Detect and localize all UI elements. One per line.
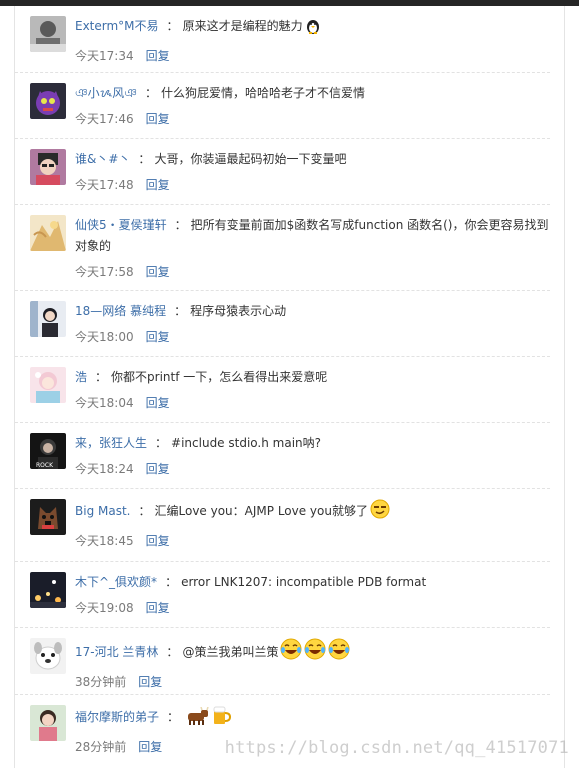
reply-link[interactable]: 回复 bbox=[146, 396, 170, 410]
comment-text: 原来这才是编程的魅力 bbox=[182, 19, 303, 33]
comment-text: @策兰我弟叫兰策 bbox=[182, 645, 279, 659]
reply-link[interactable]: 回复 bbox=[146, 330, 170, 344]
laugh-cry-emoji bbox=[328, 638, 350, 667]
comment-time: 今天18:24 bbox=[75, 462, 134, 476]
avatar[interactable] bbox=[30, 301, 66, 337]
comment-item: Big Mast. ：汇编Love you：AJMP Love you就够了 今天… bbox=[15, 489, 550, 562]
comment-time: 今天19:08 bbox=[75, 601, 134, 615]
separator: ： bbox=[95, 370, 108, 384]
comment-text: #include stdio.h main呐? bbox=[171, 436, 322, 450]
comment-text: 程序母猿表示心动 bbox=[190, 304, 287, 318]
separator: ： bbox=[166, 645, 179, 659]
separator: ： bbox=[138, 504, 151, 518]
reply-link[interactable]: 回复 bbox=[146, 112, 170, 126]
separator: ： bbox=[174, 218, 187, 232]
avatar[interactable] bbox=[30, 83, 66, 119]
comment-text: 什么狗屁爱情，哈哈哈老子才不信爱情 bbox=[161, 86, 366, 100]
comment-text: error LNK1207: incompatible PDB format bbox=[181, 575, 427, 589]
comment-item: 仙侠5・夏侯瑾轩：把所有变量前面加$函数名写成function 函数名()，你会… bbox=[15, 205, 550, 291]
comment-author[interactable]: 谁&丶#丶 bbox=[75, 152, 130, 166]
comment-author[interactable]: 17-河北 兰青林 bbox=[75, 645, 158, 659]
avatar[interactable]: ROCK bbox=[30, 433, 66, 469]
reply-link[interactable]: 回复 bbox=[146, 178, 170, 192]
comment-author[interactable]: 来，张狂人生 bbox=[75, 436, 147, 450]
comment-text: 汇编Love you：AJMP Love you就够了 bbox=[154, 504, 368, 518]
comment-author[interactable]: 仙侠5・夏侯瑾轩 bbox=[75, 218, 167, 232]
laugh-cry-emoji bbox=[304, 638, 326, 667]
comment-item: 木下^_俱欢颜* ： error LNK1207: incompatible PDB… bbox=[15, 562, 550, 628]
comment-item: 18—网络 慕纯程 ：程序母猿表示心动 今天18:00 回复 bbox=[15, 291, 550, 357]
reply-link[interactable]: 回复 bbox=[146, 534, 170, 548]
comment-time: 今天18:00 bbox=[75, 330, 134, 344]
comment-author[interactable]: ঞ小ᝰ风ঞ bbox=[75, 86, 137, 100]
avatar[interactable] bbox=[30, 215, 66, 251]
avatar[interactable] bbox=[30, 572, 66, 608]
separator: ： bbox=[174, 304, 187, 318]
comment-list: Exterm°M不易：原来这才是编程的魅力 今天17:34 回复 ঞ小ᝰ风ঞ：什么… bbox=[15, 6, 564, 761]
comment-item: Exterm°M不易 ：原来这才是编程的魅力 今天17:34 回复 bbox=[15, 6, 550, 73]
comment-author[interactable]: 18—网络 慕纯程 bbox=[75, 304, 166, 318]
comment-author[interactable]: 木下^_俱欢颜* bbox=[75, 575, 157, 589]
comment-item: 17-河北 兰青林 ： @策兰我弟叫兰策 38分钟前 回复 bbox=[15, 628, 550, 695]
reply-link[interactable]: 回复 bbox=[146, 265, 170, 279]
separator: ： bbox=[144, 86, 157, 100]
comment-time: 28分钟前 bbox=[75, 740, 127, 754]
comment-item: ROCK 来，张狂人生 ： #include stdio.h main呐? 今天18… bbox=[15, 423, 550, 489]
comment-item: 谁&丶#丶 ：大哥，你装逼最起码初始一下变量吧 今天17:48 回复 bbox=[15, 139, 550, 205]
comment-item: ঞ小ᝰ风ঞ ： 什么狗屁爱情，哈哈哈老子才不信爱情 今天17:46 回复 bbox=[15, 73, 550, 139]
comment-text: 大哥，你装逼最起码初始一下变量吧 bbox=[154, 152, 347, 166]
avatar[interactable] bbox=[30, 705, 66, 741]
avatar[interactable] bbox=[30, 638, 66, 674]
avatar[interactable] bbox=[30, 367, 66, 403]
cow-emoji bbox=[185, 706, 209, 732]
comment-time: 今天17:46 bbox=[75, 112, 134, 126]
avatar[interactable] bbox=[30, 16, 66, 52]
comment-author[interactable]: Big Mast. bbox=[75, 504, 130, 518]
smirk-emoji bbox=[370, 499, 390, 526]
comment-time: 今天18:45 bbox=[75, 534, 134, 548]
comment-time: 今天18:04 bbox=[75, 396, 134, 410]
comment-author[interactable]: Exterm°M不易 bbox=[75, 19, 159, 33]
avatar[interactable] bbox=[30, 149, 66, 185]
comment-time: 今天17:58 bbox=[75, 265, 134, 279]
comment-author[interactable]: 浩 bbox=[75, 370, 87, 384]
separator: ： bbox=[138, 152, 151, 166]
separator: ： bbox=[155, 436, 168, 450]
separator: ： bbox=[167, 710, 180, 724]
penguin-emoji bbox=[305, 18, 321, 41]
reply-link[interactable]: 回复 bbox=[146, 49, 170, 63]
reply-link[interactable]: 回复 bbox=[138, 740, 162, 754]
watermark: https://blog.csdn.net/qq_41517071 bbox=[224, 738, 569, 758]
laugh-cry-emoji bbox=[280, 638, 302, 667]
separator: ： bbox=[165, 575, 178, 589]
reply-link[interactable]: 回复 bbox=[146, 601, 170, 615]
separator: ： bbox=[166, 19, 179, 33]
reply-link[interactable]: 回复 bbox=[138, 675, 162, 689]
comment-item: 浩 ：你都不printf 一下，怎么看得出来爱意呢 今天18:04 回复 bbox=[15, 357, 550, 423]
comment-time: 38分钟前 bbox=[75, 675, 127, 689]
comment-text: 你都不printf 一下，怎么看得出来爱意呢 bbox=[111, 370, 328, 384]
avatar[interactable] bbox=[30, 499, 66, 535]
comment-author[interactable]: 福尔摩斯的弟子 bbox=[75, 710, 159, 724]
comment-time: 今天17:34 bbox=[75, 49, 134, 63]
comment-time: 今天17:48 bbox=[75, 178, 134, 192]
reply-link[interactable]: 回复 bbox=[146, 462, 170, 476]
svg-text:ROCK: ROCK bbox=[36, 462, 54, 469]
beer-emoji bbox=[211, 705, 232, 732]
